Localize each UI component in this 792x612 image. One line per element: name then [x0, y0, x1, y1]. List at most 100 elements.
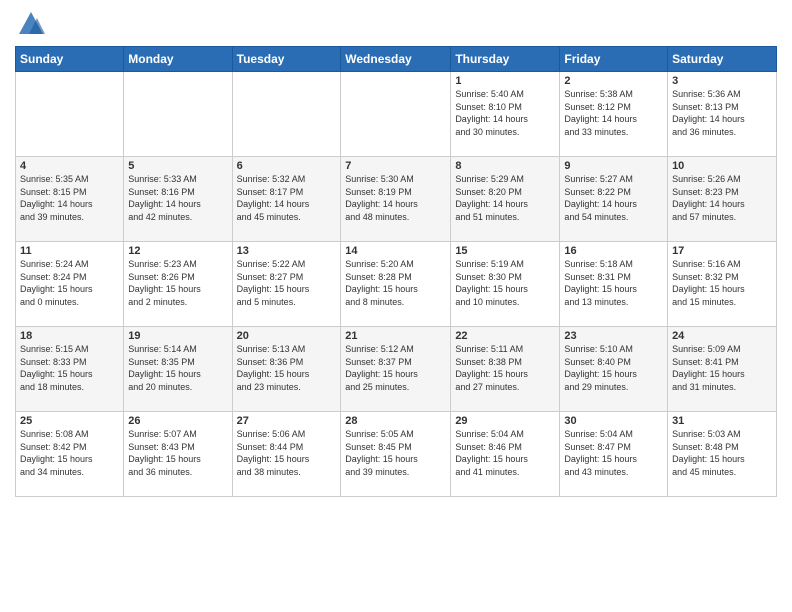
- day-number: 20: [237, 330, 337, 342]
- calendar-cell: 31Sunrise: 5:03 AM Sunset: 8:48 PM Dayli…: [668, 412, 777, 497]
- day-number: 14: [345, 245, 446, 257]
- day-number: 21: [345, 330, 446, 342]
- day-number: 24: [672, 330, 772, 342]
- day-info: Sunrise: 5:07 AM Sunset: 8:43 PM Dayligh…: [128, 428, 227, 478]
- day-number: 10: [672, 160, 772, 172]
- day-info: Sunrise: 5:16 AM Sunset: 8:32 PM Dayligh…: [672, 258, 772, 308]
- day-info: Sunrise: 5:19 AM Sunset: 8:30 PM Dayligh…: [455, 258, 555, 308]
- day-info: Sunrise: 5:24 AM Sunset: 8:24 PM Dayligh…: [20, 258, 119, 308]
- calendar-dow-wednesday: Wednesday: [341, 47, 451, 72]
- calendar-cell: 4Sunrise: 5:35 AM Sunset: 8:15 PM Daylig…: [16, 157, 124, 242]
- day-number: 17: [672, 245, 772, 257]
- day-number: 8: [455, 160, 555, 172]
- calendar-header-row: SundayMondayTuesdayWednesdayThursdayFrid…: [16, 47, 777, 72]
- day-number: 2: [564, 75, 663, 87]
- day-info: Sunrise: 5:30 AM Sunset: 8:19 PM Dayligh…: [345, 173, 446, 223]
- calendar-cell: 28Sunrise: 5:05 AM Sunset: 8:45 PM Dayli…: [341, 412, 451, 497]
- calendar-cell: 1Sunrise: 5:40 AM Sunset: 8:10 PM Daylig…: [451, 72, 560, 157]
- calendar-cell: 11Sunrise: 5:24 AM Sunset: 8:24 PM Dayli…: [16, 242, 124, 327]
- day-info: Sunrise: 5:26 AM Sunset: 8:23 PM Dayligh…: [672, 173, 772, 223]
- day-info: Sunrise: 5:04 AM Sunset: 8:47 PM Dayligh…: [564, 428, 663, 478]
- day-info: Sunrise: 5:11 AM Sunset: 8:38 PM Dayligh…: [455, 343, 555, 393]
- day-info: Sunrise: 5:20 AM Sunset: 8:28 PM Dayligh…: [345, 258, 446, 308]
- calendar-dow-monday: Monday: [124, 47, 232, 72]
- calendar-cell: 2Sunrise: 5:38 AM Sunset: 8:12 PM Daylig…: [560, 72, 668, 157]
- day-info: Sunrise: 5:03 AM Sunset: 8:48 PM Dayligh…: [672, 428, 772, 478]
- calendar-cell: 12Sunrise: 5:23 AM Sunset: 8:26 PM Dayli…: [124, 242, 232, 327]
- day-number: 19: [128, 330, 227, 342]
- day-number: 16: [564, 245, 663, 257]
- calendar-cell: 16Sunrise: 5:18 AM Sunset: 8:31 PM Dayli…: [560, 242, 668, 327]
- calendar-dow-thursday: Thursday: [451, 47, 560, 72]
- page: SundayMondayTuesdayWednesdayThursdayFrid…: [0, 0, 792, 612]
- day-number: 18: [20, 330, 119, 342]
- day-number: 23: [564, 330, 663, 342]
- calendar-cell: 21Sunrise: 5:12 AM Sunset: 8:37 PM Dayli…: [341, 327, 451, 412]
- calendar-cell: 15Sunrise: 5:19 AM Sunset: 8:30 PM Dayli…: [451, 242, 560, 327]
- calendar-week-row: 18Sunrise: 5:15 AM Sunset: 8:33 PM Dayli…: [16, 327, 777, 412]
- day-info: Sunrise: 5:05 AM Sunset: 8:45 PM Dayligh…: [345, 428, 446, 478]
- calendar-cell: 5Sunrise: 5:33 AM Sunset: 8:16 PM Daylig…: [124, 157, 232, 242]
- calendar-cell: 9Sunrise: 5:27 AM Sunset: 8:22 PM Daylig…: [560, 157, 668, 242]
- calendar-dow-friday: Friday: [560, 47, 668, 72]
- day-number: 7: [345, 160, 446, 172]
- day-info: Sunrise: 5:13 AM Sunset: 8:36 PM Dayligh…: [237, 343, 337, 393]
- calendar-dow-saturday: Saturday: [668, 47, 777, 72]
- day-info: Sunrise: 5:10 AM Sunset: 8:40 PM Dayligh…: [564, 343, 663, 393]
- calendar-cell: 29Sunrise: 5:04 AM Sunset: 8:46 PM Dayli…: [451, 412, 560, 497]
- calendar-cell: 24Sunrise: 5:09 AM Sunset: 8:41 PM Dayli…: [668, 327, 777, 412]
- day-number: 13: [237, 245, 337, 257]
- calendar-cell: 3Sunrise: 5:36 AM Sunset: 8:13 PM Daylig…: [668, 72, 777, 157]
- day-info: Sunrise: 5:33 AM Sunset: 8:16 PM Dayligh…: [128, 173, 227, 223]
- day-number: 15: [455, 245, 555, 257]
- calendar-cell: 18Sunrise: 5:15 AM Sunset: 8:33 PM Dayli…: [16, 327, 124, 412]
- day-number: 27: [237, 415, 337, 427]
- calendar-cell: 23Sunrise: 5:10 AM Sunset: 8:40 PM Dayli…: [560, 327, 668, 412]
- calendar-cell: 30Sunrise: 5:04 AM Sunset: 8:47 PM Dayli…: [560, 412, 668, 497]
- day-info: Sunrise: 5:29 AM Sunset: 8:20 PM Dayligh…: [455, 173, 555, 223]
- header: [15, 10, 777, 38]
- day-info: Sunrise: 5:32 AM Sunset: 8:17 PM Dayligh…: [237, 173, 337, 223]
- day-number: 29: [455, 415, 555, 427]
- day-info: Sunrise: 5:23 AM Sunset: 8:26 PM Dayligh…: [128, 258, 227, 308]
- day-number: 11: [20, 245, 119, 257]
- logo-icon: [17, 10, 45, 38]
- calendar-cell: 6Sunrise: 5:32 AM Sunset: 8:17 PM Daylig…: [232, 157, 341, 242]
- calendar-cell: 27Sunrise: 5:06 AM Sunset: 8:44 PM Dayli…: [232, 412, 341, 497]
- day-info: Sunrise: 5:40 AM Sunset: 8:10 PM Dayligh…: [455, 88, 555, 138]
- calendar-cell: 19Sunrise: 5:14 AM Sunset: 8:35 PM Dayli…: [124, 327, 232, 412]
- day-number: 6: [237, 160, 337, 172]
- day-number: 28: [345, 415, 446, 427]
- day-info: Sunrise: 5:14 AM Sunset: 8:35 PM Dayligh…: [128, 343, 227, 393]
- day-info: Sunrise: 5:35 AM Sunset: 8:15 PM Dayligh…: [20, 173, 119, 223]
- calendar-cell: 17Sunrise: 5:16 AM Sunset: 8:32 PM Dayli…: [668, 242, 777, 327]
- day-number: 12: [128, 245, 227, 257]
- day-number: 3: [672, 75, 772, 87]
- day-number: 26: [128, 415, 227, 427]
- day-number: 4: [20, 160, 119, 172]
- day-number: 30: [564, 415, 663, 427]
- day-info: Sunrise: 5:12 AM Sunset: 8:37 PM Dayligh…: [345, 343, 446, 393]
- calendar-table: SundayMondayTuesdayWednesdayThursdayFrid…: [15, 46, 777, 497]
- calendar-cell: 22Sunrise: 5:11 AM Sunset: 8:38 PM Dayli…: [451, 327, 560, 412]
- day-number: 1: [455, 75, 555, 87]
- calendar-cell: 10Sunrise: 5:26 AM Sunset: 8:23 PM Dayli…: [668, 157, 777, 242]
- day-number: 22: [455, 330, 555, 342]
- day-number: 31: [672, 415, 772, 427]
- calendar-cell: 25Sunrise: 5:08 AM Sunset: 8:42 PM Dayli…: [16, 412, 124, 497]
- calendar-cell: 13Sunrise: 5:22 AM Sunset: 8:27 PM Dayli…: [232, 242, 341, 327]
- calendar-dow-sunday: Sunday: [16, 47, 124, 72]
- day-number: 9: [564, 160, 663, 172]
- day-info: Sunrise: 5:09 AM Sunset: 8:41 PM Dayligh…: [672, 343, 772, 393]
- calendar-cell: 20Sunrise: 5:13 AM Sunset: 8:36 PM Dayli…: [232, 327, 341, 412]
- logo: [15, 10, 45, 38]
- calendar-cell: [232, 72, 341, 157]
- calendar-cell: 8Sunrise: 5:29 AM Sunset: 8:20 PM Daylig…: [451, 157, 560, 242]
- day-info: Sunrise: 5:15 AM Sunset: 8:33 PM Dayligh…: [20, 343, 119, 393]
- calendar-cell: [341, 72, 451, 157]
- day-info: Sunrise: 5:08 AM Sunset: 8:42 PM Dayligh…: [20, 428, 119, 478]
- calendar-cell: 14Sunrise: 5:20 AM Sunset: 8:28 PM Dayli…: [341, 242, 451, 327]
- day-info: Sunrise: 5:18 AM Sunset: 8:31 PM Dayligh…: [564, 258, 663, 308]
- calendar-week-row: 4Sunrise: 5:35 AM Sunset: 8:15 PM Daylig…: [16, 157, 777, 242]
- day-info: Sunrise: 5:06 AM Sunset: 8:44 PM Dayligh…: [237, 428, 337, 478]
